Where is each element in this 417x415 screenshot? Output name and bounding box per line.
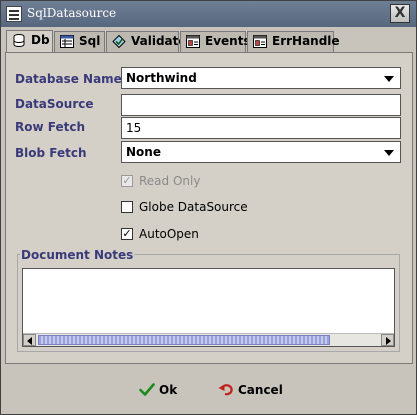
window-title: SqlDatasource (27, 6, 117, 20)
close-button[interactable]: X (390, 4, 410, 23)
tab-validate[interactable]: Validate (106, 31, 187, 52)
database-icon (13, 34, 25, 47)
database-name-value: Northwind (126, 71, 197, 85)
document-notes-legend: Document Notes (20, 248, 135, 262)
blob-fetch-select[interactable]: None (121, 141, 401, 163)
document-notes-group: Document Notes (17, 248, 400, 352)
tab-label: Events (205, 34, 251, 48)
tab-label: ErrHandle (272, 34, 340, 48)
sql-icon (60, 35, 74, 48)
app-icon (6, 6, 22, 22)
ok-button[interactable]: Ok (139, 379, 177, 401)
auto-open-label: AutoOpen (139, 227, 199, 241)
title-bar[interactable]: SqlDatasource X (1, 1, 416, 27)
tab-events[interactable]: Events (180, 31, 251, 52)
checkmark-icon[interactable]: ✓ (121, 175, 133, 187)
blob-fetch-value: None (126, 145, 161, 159)
datasource-input[interactable] (121, 94, 401, 116)
chevron-down-icon[interactable] (384, 76, 394, 82)
check-icon (139, 383, 155, 396)
checkbox-box[interactable] (121, 201, 133, 213)
read-only-label: Read Only (139, 174, 201, 188)
document-notes-textarea[interactable] (22, 268, 395, 347)
tab-db[interactable]: Db (6, 30, 53, 53)
globe-datasource-label: Globe DataSource (139, 200, 248, 214)
db-tab-panel: Database Name Northwind DataSource Row F… (5, 52, 413, 364)
scrollbar-thumb[interactable] (38, 335, 330, 345)
error-handle-icon (253, 35, 267, 48)
undo-arrow-icon (218, 384, 233, 396)
database-name-select[interactable]: Northwind (121, 67, 401, 89)
database-name-label: Database Name (15, 72, 122, 86)
row-fetch-label: Row Fetch (15, 120, 85, 134)
row-fetch-input[interactable]: 15 (121, 117, 401, 139)
events-icon (186, 35, 200, 48)
tab-label: Validate (131, 34, 187, 48)
validate-icon (112, 35, 126, 48)
chevron-down-icon[interactable] (384, 150, 394, 156)
cancel-label: Cancel (238, 383, 283, 397)
scroll-left-icon[interactable] (23, 334, 36, 346)
tab-label: Db (31, 33, 50, 47)
sqldatasource-dialog: SqlDatasource X Db Sql Validate Events E… (0, 0, 417, 415)
ok-label: Ok (159, 383, 178, 397)
scroll-right-icon[interactable] (381, 334, 394, 346)
tab-label: Sql (79, 34, 101, 48)
tab-sql[interactable]: Sql (54, 31, 105, 52)
checkmark-icon[interactable]: ✓ (121, 228, 133, 240)
tab-errhandle[interactable]: ErrHandle (247, 31, 340, 52)
cancel-button[interactable]: Cancel (218, 379, 283, 401)
datasource-label: DataSource (15, 97, 94, 111)
horizontal-scrollbar[interactable] (23, 333, 394, 346)
blob-fetch-label: Blob Fetch (15, 146, 87, 160)
